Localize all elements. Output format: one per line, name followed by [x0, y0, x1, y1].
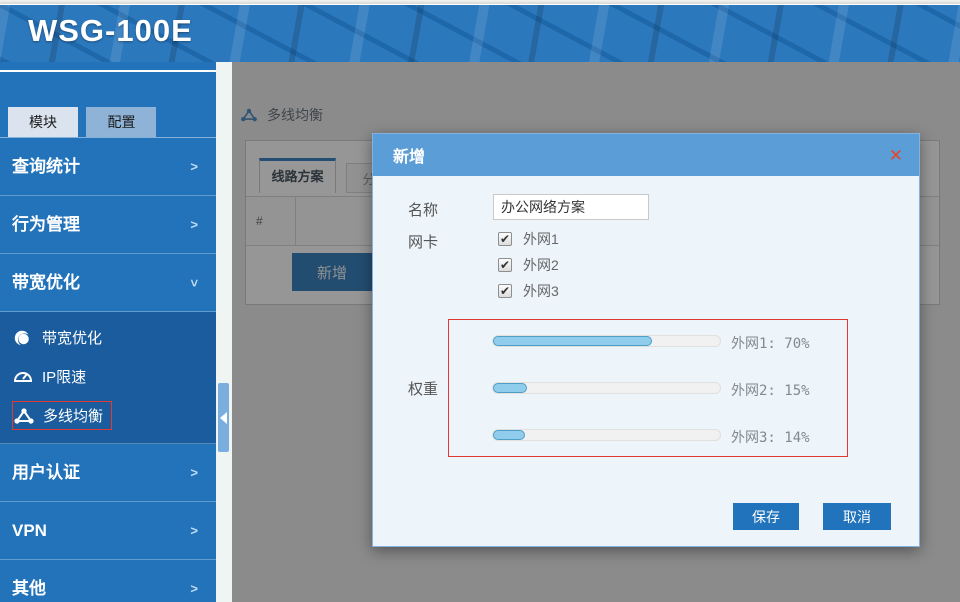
submenu-label: 带宽优化	[42, 327, 102, 348]
chevron-right-icon: >	[190, 502, 198, 560]
weight-annotation-box: 外网1: 70% 外网2: 15% 外网3: 14%	[448, 319, 848, 457]
slider-fill	[493, 383, 527, 393]
nic-option-row: ✔ 外网1	[498, 230, 559, 248]
weight-value-label: 外网3: 14%	[731, 427, 810, 447]
sidebar-item-other[interactable]: 其他 >	[0, 560, 216, 602]
weight-value-label: 外网2: 15%	[731, 380, 810, 400]
sidebar-item-query-stats[interactable]: 查询统计 >	[0, 138, 216, 196]
menu-label: 查询统计	[12, 157, 80, 176]
add-dialog: 新增 ✕ 名称 网卡 ✔ 外网1 ✔ 外网2 ✔ 外网3 权重 外网1: 70%	[372, 133, 920, 547]
circle-icon	[12, 329, 34, 347]
slider-fill	[493, 430, 525, 440]
cancel-button[interactable]: 取消	[823, 503, 891, 530]
sidebar: 模块 配置 查询统计 > 行为管理 > 带宽优化 >	[0, 62, 216, 602]
close-icon[interactable]: ✕	[889, 147, 903, 164]
nic-option-row: ✔ 外网3	[498, 282, 559, 300]
name-input[interactable]	[493, 194, 649, 220]
tab-config[interactable]: 配置	[86, 107, 156, 137]
sidebar-tabs: 模块 配置	[8, 107, 216, 137]
nic-label: 网卡	[408, 231, 438, 252]
menu-label: 用户认证	[12, 463, 80, 482]
weight-label: 权重	[408, 378, 438, 399]
chevron-right-icon: >	[190, 196, 198, 254]
sidebar-menu: 查询统计 > 行为管理 > 带宽优化 > 带宽优化	[0, 137, 216, 602]
sidebar-gutter	[216, 62, 232, 602]
submenu-item-multiline-balance[interactable]: 多线均衡	[0, 396, 216, 435]
collapse-left-icon	[220, 412, 227, 424]
sidebar-item-behavior-mgmt[interactable]: 行为管理 >	[0, 196, 216, 254]
sidebar-divider	[0, 70, 216, 72]
slider-fill	[493, 336, 652, 346]
sidebar-item-user-auth[interactable]: 用户认证 >	[0, 444, 216, 502]
checkbox-wan3[interactable]: ✔	[498, 284, 512, 298]
submenu-item-bandwidth-opt[interactable]: 带宽优化	[0, 318, 216, 357]
weight-slider-row: 外网2: 15%	[449, 380, 847, 396]
weight-value-label: 外网1: 70%	[731, 333, 810, 353]
chevron-right-icon: >	[190, 560, 198, 602]
dialog-header: 新增 ✕	[373, 134, 919, 176]
sidebar-submenu: 带宽优化 IP限速	[0, 312, 216, 444]
slider-wan2[interactable]	[492, 382, 721, 394]
chevron-right-icon: >	[190, 138, 198, 196]
checkbox-label: 外网3	[523, 281, 559, 301]
checkbox-wan1[interactable]: ✔	[498, 232, 512, 246]
slider-wan1[interactable]	[492, 335, 721, 347]
network-icon	[13, 407, 35, 425]
nic-option-row: ✔ 外网2	[498, 256, 559, 274]
save-button[interactable]: 保存	[733, 503, 799, 530]
name-label: 名称	[408, 199, 438, 220]
submenu-item-ip-limit[interactable]: IP限速	[0, 357, 216, 396]
menu-label: 其他	[12, 579, 46, 598]
weight-slider-row: 外网3: 14%	[449, 427, 847, 443]
chevron-right-icon: >	[190, 444, 198, 502]
chevron-down-icon: >	[165, 279, 223, 287]
checkbox-wan2[interactable]: ✔	[498, 258, 512, 272]
slider-wan3[interactable]	[492, 429, 721, 441]
checkbox-label: 外网2	[523, 255, 559, 275]
red-highlight-box: 多线均衡	[12, 401, 112, 430]
menu-label: 行为管理	[12, 215, 80, 234]
weight-slider-row: 外网1: 70%	[449, 333, 847, 349]
submenu-label: IP限速	[42, 366, 86, 387]
tab-modules[interactable]: 模块	[8, 107, 78, 137]
gauge-icon	[12, 368, 34, 386]
sidebar-item-bandwidth-opt[interactable]: 带宽优化 >	[0, 254, 216, 312]
app-window: WSG-100E 模块 配置 查询统计 > 行为管理 > 带宽优化 >	[0, 0, 960, 602]
sidebar-collapse-handle[interactable]	[218, 383, 229, 452]
submenu-label: 多线均衡	[43, 405, 103, 426]
dialog-title: 新增	[393, 143, 889, 167]
sidebar-item-vpn[interactable]: VPN >	[0, 502, 216, 560]
menu-label: 带宽优化	[12, 273, 80, 292]
checkbox-label: 外网1	[523, 229, 559, 249]
top-banner: WSG-100E	[0, 5, 960, 62]
brand-logo: WSG-100E	[28, 13, 193, 49]
menu-label: VPN	[12, 521, 47, 540]
